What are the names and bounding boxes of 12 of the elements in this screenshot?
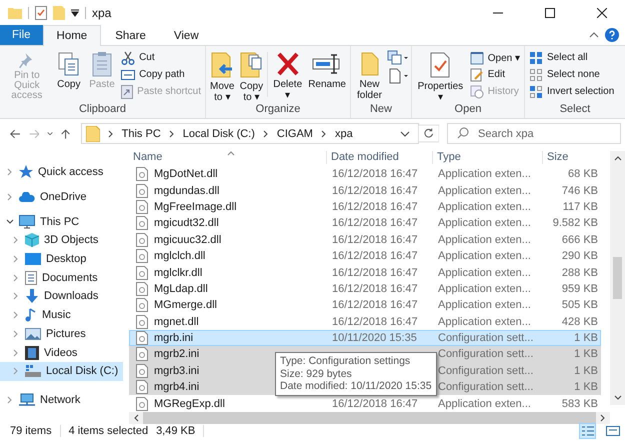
tooltip-line: Size: 929 bytes [280, 368, 353, 380]
group-label: New [368, 103, 393, 117]
window-title: xpa [92, 6, 112, 20]
selection-size: 3,49 KB [156, 425, 196, 437]
selection-count: 4 items selected [68, 425, 148, 437]
tooltip-line: Date modified: 10/11/2020 15:35 [280, 380, 432, 392]
group-label: Select [558, 103, 592, 117]
group-label: Organize [254, 103, 302, 117]
group-label: Clipboard [78, 103, 128, 117]
tooltip-line: Type: Configuration settings [280, 355, 412, 368]
item-count: 79 items [10, 425, 52, 437]
group-label: Open [454, 103, 482, 117]
